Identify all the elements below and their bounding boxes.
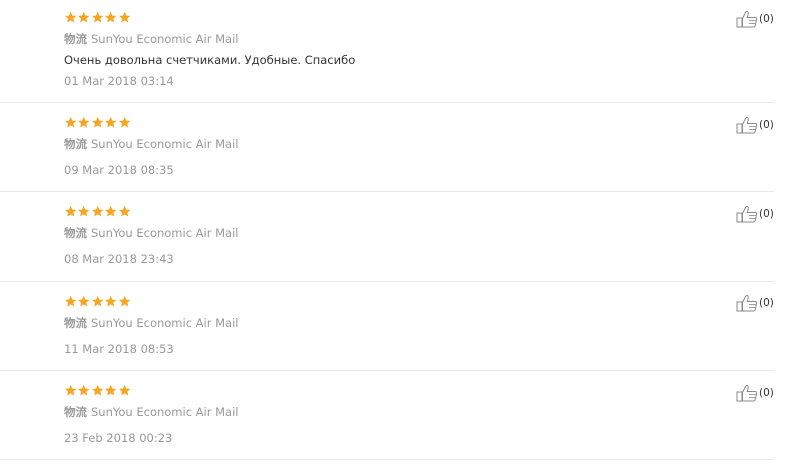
separator [0,459,774,460]
shipping-method: SunYou Economic Air Mail [91,405,239,419]
shipping-info: 物流 SunYou Economic Air Mail [64,404,238,420]
star-icon [105,116,117,128]
star-icon [105,384,117,396]
shipping-info: 物流 SunYou Economic Air Mail [64,136,238,152]
helpful-count: (0) [759,208,774,220]
star-icon [118,116,130,128]
shipping-label: 物流 [64,32,87,46]
helpful-button[interactable]: (0) [736,294,774,312]
shipping-label: 物流 [64,405,87,419]
review-date: 23 Feb 2018 00:23 [64,431,173,445]
thumbs-up-icon [736,116,758,134]
star-icon [118,295,130,307]
star-rating [64,205,131,218]
review-date: 09 Mar 2018 08:35 [64,163,174,177]
shipping-method: SunYou Economic Air Mail [91,137,239,151]
star-icon [105,11,117,23]
thumbs-up-icon [736,10,758,28]
star-rating [64,11,131,24]
star-icon [65,295,77,307]
shipping-info: 物流 SunYou Economic Air Mail [64,225,238,241]
star-icon [78,205,90,217]
helpful-button[interactable]: (0) [736,10,774,28]
helpful-button[interactable]: (0) [736,384,774,402]
shipping-label: 物流 [64,316,87,330]
review-item: 物流 SunYou Economic Air Mail 23 Feb 2018 0… [0,370,800,471]
thumbs-up-icon [736,384,758,402]
star-icon [78,295,90,307]
star-icon [91,205,104,217]
shipping-method: SunYou Economic Air Mail [91,226,239,240]
helpful-button[interactable]: (0) [736,205,774,223]
star-rating [64,384,131,397]
star-icon [78,11,90,23]
star-icon [105,205,117,217]
star-icon [91,384,104,396]
review-item: 物流 SunYou Economic Air Mail 11 Mar 2018 0… [0,281,800,371]
shipping-label: 物流 [64,226,87,240]
shipping-info: 物流 SunYou Economic Air Mail [64,31,238,47]
shipping-method: SunYou Economic Air Mail [91,32,239,46]
review-text: Очень довольна счетчиками. Удобные. Спас… [64,53,356,67]
star-icon [91,11,104,23]
review-list: 物流 SunYou Economic Air Mail Очень довольн… [0,0,800,471]
star-icon [78,384,90,396]
thumbs-up-icon [736,294,758,312]
helpful-button[interactable]: (0) [736,116,774,134]
review-date: 11 Mar 2018 08:53 [64,342,174,356]
review-date: 01 Mar 2018 03:14 [64,74,174,88]
review-item: 物流 SunYou Economic Air Mail Очень довольн… [0,0,800,103]
review-item: 物流 SunYou Economic Air Mail 09 Mar 2018 0… [0,103,800,192]
star-icon [65,11,77,23]
helpful-count: (0) [759,387,774,399]
star-icon [65,384,77,396]
shipping-label: 物流 [64,137,87,151]
star-rating [64,295,131,308]
thumbs-up-icon [736,205,758,223]
review-item: 物流 SunYou Economic Air Mail 08 Mar 2018 2… [0,192,800,282]
shipping-info: 物流 SunYou Economic Air Mail [64,315,238,331]
star-icon [65,205,77,217]
helpful-count: (0) [759,297,774,309]
star-icon [78,116,90,128]
review-date: 08 Mar 2018 23:43 [64,252,174,266]
star-icon [65,116,77,128]
helpful-count: (0) [759,13,774,25]
star-icon [91,116,104,128]
star-icon [118,11,130,23]
shipping-method: SunYou Economic Air Mail [91,316,239,330]
star-icon [118,384,130,396]
star-icon [91,295,104,307]
star-icon [105,295,117,307]
helpful-count: (0) [759,119,774,131]
star-icon [118,205,130,217]
star-rating [64,116,131,129]
